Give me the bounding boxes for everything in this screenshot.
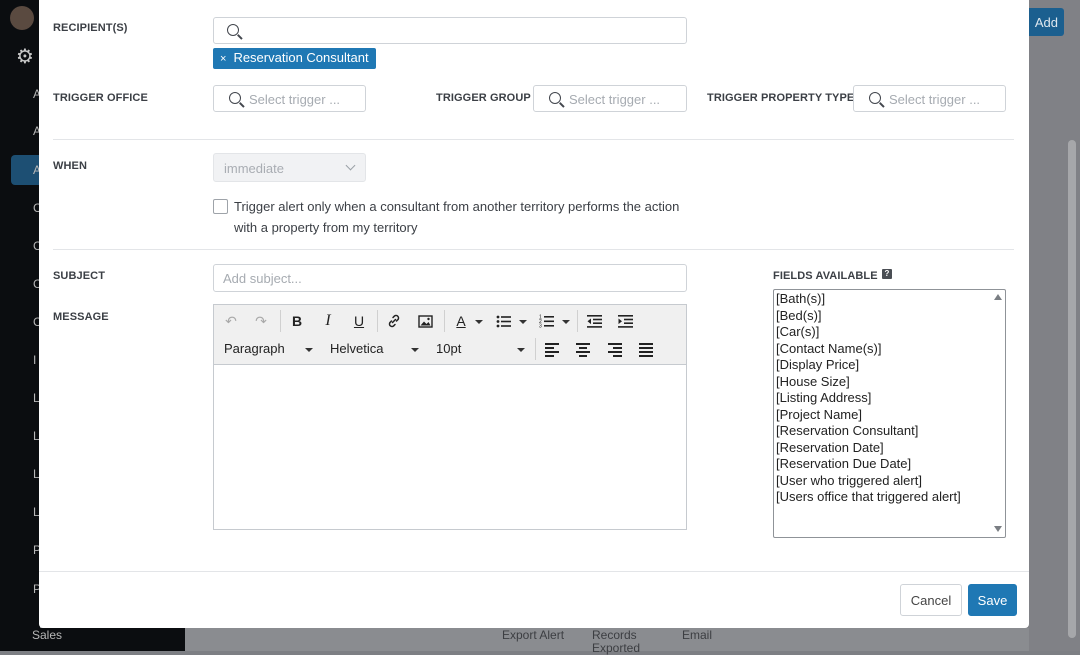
footer-divider: [39, 571, 1029, 572]
toolbar-separator: [280, 310, 281, 332]
recipients-label: RECIPIENT(S): [53, 22, 128, 34]
caret-down-icon[interactable]: [562, 320, 570, 324]
when-select[interactable]: immediate: [213, 153, 366, 182]
caret-down-icon[interactable]: [517, 348, 525, 352]
scroll-down-icon[interactable]: [994, 526, 1002, 532]
recipient-tag-label: Reservation Consultant: [233, 50, 369, 65]
search-icon: [227, 24, 239, 36]
sidebar-bottom: Sales: [0, 628, 185, 651]
redo-icon[interactable]: ↷: [250, 310, 272, 332]
table-cell: Records: [592, 628, 637, 642]
divider: [53, 249, 1014, 250]
page-scrollbar[interactable]: [1068, 140, 1076, 638]
subject-input[interactable]: [214, 265, 686, 291]
territory-checkbox-label: Trigger alert only when a consultant fro…: [234, 199, 680, 235]
caret-down-icon[interactable]: [411, 348, 419, 352]
text-color-icon[interactable]: A: [450, 310, 472, 332]
caret-down-icon[interactable]: [475, 320, 483, 324]
search-icon: [869, 92, 881, 104]
toolbar-separator: [444, 310, 445, 332]
toolbar-separator: [535, 338, 536, 360]
alert-modal: RECIPIENT(S) × Reservation Consultant TRI…: [39, 0, 1029, 628]
align-left-icon[interactable]: [545, 343, 559, 359]
outdent-icon[interactable]: [583, 310, 605, 332]
format-select[interactable]: Paragraph: [224, 341, 285, 356]
bullet-list-icon[interactable]: [492, 310, 514, 332]
list-item[interactable]: [Listing Address]: [776, 390, 961, 407]
list-item[interactable]: [Project Name]: [776, 407, 961, 424]
table-cell: Export Alert: [502, 628, 565, 642]
italic-icon[interactable]: I: [317, 310, 339, 332]
list-item[interactable]: [Users office that triggered alert]: [776, 489, 961, 506]
font-select[interactable]: Helvetica: [330, 341, 383, 356]
bold-icon[interactable]: B: [286, 310, 308, 332]
trigger-property-type-placeholder: Select trigger ...: [889, 92, 981, 107]
align-center-icon[interactable]: [576, 343, 590, 359]
trigger-office-label: TRIGGER OFFICE: [53, 92, 148, 104]
fields-available-label: FIELDS AVAILABLE: [773, 270, 878, 282]
message-body[interactable]: [214, 365, 686, 529]
caret-down-icon[interactable]: [305, 348, 313, 352]
list-item[interactable]: [Car(s)]: [776, 324, 961, 341]
caret-down-icon[interactable]: [519, 320, 527, 324]
message-editor: ↶ ↷ B I U A 123 Paragraph Helvetica 10pt: [213, 304, 687, 530]
trigger-property-type-select[interactable]: Select trigger ...: [853, 85, 1006, 112]
indent-icon[interactable]: [614, 310, 636, 332]
sidebar-item-sales[interactable]: Sales: [32, 628, 62, 642]
image-icon[interactable]: [414, 310, 436, 332]
sidebar-item[interactable]: I: [33, 353, 36, 367]
trigger-property-type-label: TRIGGER PROPERTY TYPE: [707, 92, 855, 104]
message-label: MESSAGE: [53, 311, 109, 323]
fields-available-list[interactable]: [Bath(s)] [Bed(s)] [Car(s)] [Contact Nam…: [773, 289, 1006, 538]
list-item[interactable]: [User who triggered alert]: [776, 473, 961, 490]
cancel-button[interactable]: Cancel: [900, 584, 962, 616]
save-button[interactable]: Save: [968, 584, 1017, 616]
list-item[interactable]: [Reservation Date]: [776, 440, 961, 457]
divider: [53, 139, 1014, 140]
when-selected-value: immediate: [224, 161, 284, 176]
recipients-search-input[interactable]: [213, 17, 687, 44]
background-table-row: Export Alert Records Email Exported: [185, 628, 1055, 655]
trigger-office-select[interactable]: Select trigger ...: [213, 85, 366, 112]
font-size-select[interactable]: 10pt: [436, 341, 461, 356]
scroll-up-icon[interactable]: [994, 294, 1002, 300]
trigger-office-placeholder: Select trigger ...: [249, 92, 341, 107]
search-icon: [229, 92, 241, 104]
toolbar-separator: [577, 310, 578, 332]
app-sidebar: ⚙ A A A C C C C I L L L L P P: [0, 0, 42, 651]
chevron-down-icon: [345, 160, 356, 171]
align-justify-icon[interactable]: [639, 343, 653, 359]
list-item[interactable]: [Contact Name(s)]: [776, 341, 961, 358]
help-icon[interactable]: ?: [882, 269, 892, 279]
trigger-group-select[interactable]: Select trigger ...: [533, 85, 687, 112]
trigger-group-label: TRIGGER GROUP: [436, 92, 531, 104]
link-icon[interactable]: [383, 310, 405, 332]
remove-tag-icon[interactable]: ×: [220, 53, 226, 65]
gear-icon[interactable]: ⚙: [16, 44, 34, 69]
table-cell: Email: [682, 628, 713, 642]
undo-icon[interactable]: ↶: [220, 310, 242, 332]
align-right-icon[interactable]: [608, 343, 622, 359]
when-label: WHEN: [53, 160, 88, 172]
list-item[interactable]: [Display Price]: [776, 357, 961, 374]
list-item[interactable]: [Reservation Due Date]: [776, 456, 961, 473]
list-item[interactable]: [Reservation Consultant]: [776, 423, 961, 440]
territory-checkbox[interactable]: [213, 199, 228, 214]
underline-icon[interactable]: U: [348, 310, 370, 332]
subject-label: SUBJECT: [53, 270, 106, 282]
svg-text:3: 3: [539, 324, 542, 329]
list-item[interactable]: [Bed(s)]: [776, 308, 961, 325]
trigger-group-placeholder: Select trigger ...: [569, 92, 661, 107]
avatar[interactable]: [10, 6, 34, 30]
recipient-tag[interactable]: × Reservation Consultant: [213, 48, 376, 69]
table-cell: Exported: [592, 641, 641, 655]
numbered-list-icon[interactable]: 123: [535, 310, 557, 332]
list-item[interactable]: [Bath(s)]: [776, 291, 961, 308]
subject-field[interactable]: [213, 264, 687, 292]
toolbar-separator: [377, 310, 378, 332]
list-item[interactable]: [House Size]: [776, 374, 961, 391]
editor-toolbar: ↶ ↷ B I U A 123 Paragraph Helvetica 10pt: [214, 305, 686, 365]
search-icon: [549, 92, 561, 104]
